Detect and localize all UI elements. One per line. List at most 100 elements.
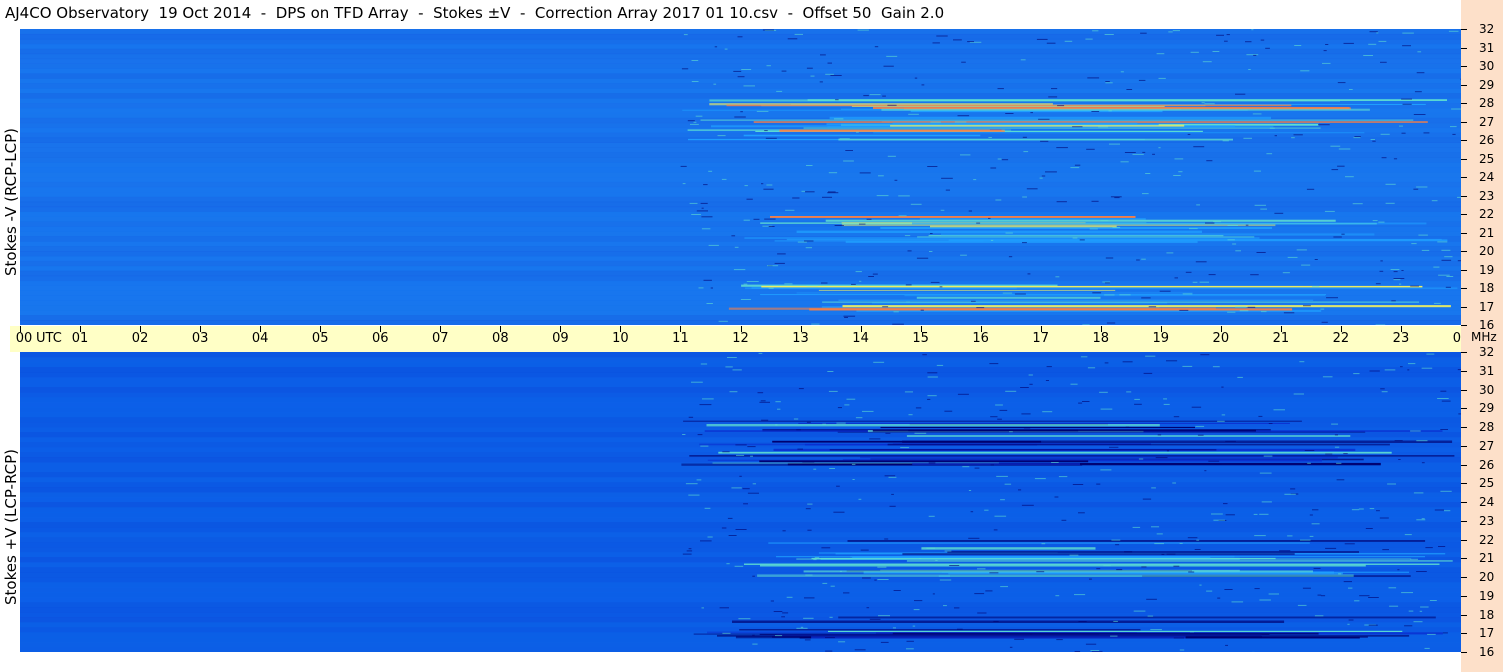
spectrogram-streak (732, 620, 1285, 623)
spectrogram-speckle (1398, 459, 1401, 460)
spectrogram-speckle (1201, 102, 1205, 104)
spectrogram-speckle (743, 283, 748, 285)
spectrogram-speckle (805, 191, 815, 193)
spectrogram-speckle (1375, 283, 1381, 285)
spectrogram-speckle (706, 303, 713, 304)
spectrogram-speckle (1120, 71, 1124, 73)
spectrogram-speckle (1303, 305, 1311, 307)
spectrogram-speckle (1353, 137, 1361, 139)
spectrogram-speckle (1074, 651, 1081, 652)
spectrogram-speckle (997, 418, 1002, 420)
spectrogram-speckle (827, 371, 834, 372)
spectrogram-band (20, 88, 1461, 94)
spectrogram-streak (706, 424, 1160, 427)
spectrogram-speckle (1291, 137, 1295, 139)
spectrogram-speckle (878, 175, 884, 177)
spectrogram-band (20, 397, 1461, 403)
spectrogram-speckle (996, 475, 1008, 477)
spectrogram-streak (761, 285, 1423, 288)
spectrogram-streak (786, 238, 1442, 241)
freq-tick-mark (1461, 352, 1467, 353)
spectrogram-speckle (701, 216, 713, 218)
spectrogram-speckle (695, 115, 703, 117)
spectrogram-speckle (1099, 391, 1108, 393)
spectrogram-speckle (869, 94, 881, 96)
spectrogram-speckle (777, 408, 781, 410)
spectrogram-speckle (877, 566, 887, 568)
spectrogram-speckle (1227, 225, 1238, 226)
spectrogram-speckle (1437, 241, 1448, 243)
spectrogram-speckle (920, 309, 924, 311)
spectrogram-streak (768, 542, 1310, 544)
spectrogram-speckle (805, 574, 813, 576)
spectrogram-streak (872, 302, 1168, 304)
spectrogram-band (20, 592, 1461, 598)
spectrogram-streak (760, 294, 1326, 296)
spectrogram-speckle (793, 418, 799, 420)
spectrogram-speckle (1380, 133, 1390, 135)
spectrogram-speckle (894, 179, 898, 181)
spectrogram-speckle (811, 323, 820, 325)
spectrogram-band (20, 167, 1461, 173)
spectrogram-speckle (1314, 615, 1324, 617)
spectrogram-speckle (1179, 542, 1183, 544)
spectrogram-speckle (855, 417, 863, 419)
spectrogram-speckle (1145, 355, 1156, 357)
spectrogram-speckle (1446, 276, 1454, 277)
spectrogram-streak (829, 116, 1271, 119)
spectrogram-band (20, 147, 1461, 153)
freq-tick-mark (1461, 427, 1467, 428)
spectrogram-speckle (743, 85, 755, 87)
spectrogram-speckle (804, 597, 815, 599)
spectrogram-speckle (806, 421, 811, 423)
spectrogram-streak (822, 301, 1420, 303)
spectrogram-speckle (743, 503, 748, 505)
spectrogram-speckle (817, 99, 821, 101)
spectrogram-speckle (1336, 479, 1345, 481)
spectrogram-bottom-canvas (20, 352, 1461, 652)
spectrogram-speckle (1378, 221, 1385, 223)
spectrogram-band (20, 63, 1461, 69)
spectrogram-speckle (1199, 281, 1209, 283)
spectrogram-speckle (1451, 108, 1461, 110)
spectrogram-speckle (914, 432, 927, 434)
time-tick-label: 17 (1032, 331, 1049, 346)
spectrogram-speckle (908, 113, 919, 115)
spectrogram-speckle (997, 158, 1002, 160)
spectrogram-speckle (1096, 483, 1101, 485)
spectrogram-speckle (1331, 423, 1338, 425)
spectrogram-speckle (846, 398, 856, 400)
spectrogram-speckle (1416, 571, 1427, 572)
spectrogram-speckle (926, 547, 935, 549)
spectrogram-speckle (801, 190, 806, 192)
spectrogram-speckle (686, 550, 693, 552)
spectrogram-speckle (1274, 212, 1284, 214)
spectrogram-speckle (1404, 534, 1412, 536)
spectrogram-speckle (1324, 210, 1335, 212)
spectrogram-speckle (682, 434, 686, 435)
spectrogram-speckle (1407, 369, 1410, 371)
freq-tick-mark (1461, 595, 1467, 597)
freq-tick-mark (1461, 370, 1467, 372)
spectrogram-speckle (892, 627, 896, 629)
spectrogram-speckle (874, 579, 877, 581)
spectrogram-speckle (746, 198, 753, 200)
spectrogram-speckle (1351, 509, 1360, 511)
spectrogram-band (20, 587, 1461, 593)
freq-tick-label: 27 (1479, 114, 1495, 129)
spectrogram-speckle (1036, 571, 1045, 573)
spectrogram-streak (818, 289, 1116, 291)
freq-tick-mark (1461, 47, 1467, 49)
spectrogram-speckle (710, 287, 713, 289)
spectrogram-speckle (775, 424, 778, 426)
spectrogram-streak (838, 138, 1233, 141)
spectrogram-speckle (1260, 208, 1267, 210)
spectrogram-speckle (814, 557, 820, 559)
spectrogram-speckle (1253, 54, 1257, 56)
time-tick-label: 01 (71, 331, 89, 346)
spectrogram-speckle (764, 218, 776, 220)
spectrogram-speckle (1142, 193, 1149, 195)
spectrogram-speckle (1096, 568, 1101, 570)
spectrogram-speckle (1322, 376, 1333, 378)
spectrogram-speckle (837, 407, 842, 409)
